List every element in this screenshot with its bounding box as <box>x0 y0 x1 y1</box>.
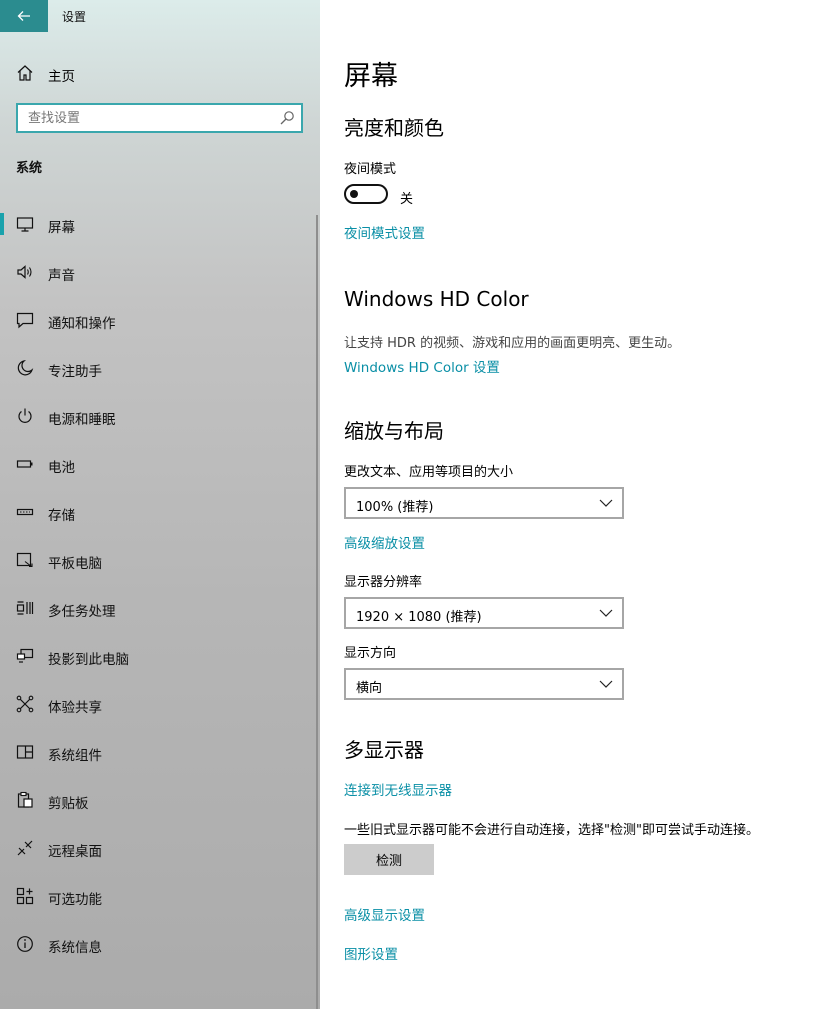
sidebar-item-label: 平板电脑 <box>48 556 102 572</box>
speaker-icon <box>17 265 32 279</box>
sidebar-item-optional-features[interactable]: 可选功能 <box>0 872 316 920</box>
chevron-down-icon <box>599 499 613 507</box>
sidebar-item-label: 系统信息 <box>48 940 102 956</box>
storage-icon <box>16 508 34 516</box>
sidebar-item-label: 剪贴板 <box>48 796 89 812</box>
sidebar-item-power-sleep[interactable]: 电源和睡眠 <box>0 392 316 440</box>
back-arrow-icon <box>17 11 30 21</box>
toggle-knob <box>350 190 358 198</box>
search-input[interactable] <box>18 105 278 131</box>
sidebar-item-label: 投影到此电脑 <box>48 652 129 668</box>
search-box[interactable] <box>16 103 303 133</box>
resolution-dropdown[interactable]: 1920 × 1080 (推荐) <box>344 597 624 629</box>
multi-display-description: 一些旧式显示器可能不会进行自动连接，选择"检测"即可尝试手动连接。 <box>344 823 759 838</box>
sidebar-nav: 屏幕 声音 通知和操作 专注助手 电源和睡眠 电池 存储 平板电脑 多任务处理 … <box>0 200 316 968</box>
scale-size-label: 更改文本、应用等项目的大小 <box>344 465 514 480</box>
hdr-description: 让支持 HDR 的视频、游戏和应用的画面更明亮、更生动。 <box>344 336 681 351</box>
sidebar-item-battery[interactable]: 电池 <box>0 440 316 488</box>
sidebar-item-display[interactable]: 屏幕 <box>0 200 316 248</box>
sidebar-item-shared-experiences[interactable]: 体验共享 <box>0 680 316 728</box>
chevron-down-icon <box>599 609 613 617</box>
night-light-toggle[interactable] <box>344 184 388 204</box>
project-icon <box>16 648 34 663</box>
sidebar-item-label: 通知和操作 <box>48 316 116 332</box>
sidebar-item-remote-desktop[interactable]: 远程桌面 <box>0 824 316 872</box>
components-icon <box>16 745 34 759</box>
multitask-icon <box>16 601 34 615</box>
page-title: 屏幕 <box>344 61 398 92</box>
share-icon <box>16 695 34 713</box>
tablet-icon <box>16 552 33 568</box>
advanced-display-settings-link[interactable]: 高级显示设置 <box>344 904 425 924</box>
sidebar-item-label: 声音 <box>48 268 75 284</box>
sidebar-item-focus-assist[interactable]: 专注助手 <box>0 344 316 392</box>
title-bar: 设置 <box>0 0 320 32</box>
selection-indicator <box>0 213 4 235</box>
sidebar-item-label: 多任务处理 <box>48 604 116 620</box>
section-label: 系统 <box>16 161 43 176</box>
multi-display-heading: 多显示器 <box>344 738 424 762</box>
moon-icon <box>17 359 34 376</box>
scale-heading: 缩放与布局 <box>344 419 444 443</box>
sidebar-item-tablet[interactable]: 平板电脑 <box>0 536 316 584</box>
orientation-label: 显示方向 <box>344 646 397 661</box>
scale-size-dropdown[interactable]: 100% (推荐) <box>344 487 624 519</box>
resolution-label: 显示器分辨率 <box>344 575 423 590</box>
sidebar-item-label: 电池 <box>48 460 75 476</box>
sidebar-item-sound[interactable]: 声音 <box>0 248 316 296</box>
home-icon <box>17 65 33 81</box>
advanced-scaling-link[interactable]: 高级缩放设置 <box>344 532 425 552</box>
hdr-settings-link[interactable]: Windows HD Color 设置 <box>344 356 500 376</box>
main-content: 屏幕 亮度和颜色 夜间模式 关 夜间模式设置 Windows HD Color … <box>320 0 830 1009</box>
sidebar-item-label: 存储 <box>48 508 75 524</box>
sidebar: 设置 主页 系统 屏幕 声音 <box>0 0 320 1009</box>
sidebar-item-label: 主页 <box>48 69 75 85</box>
sidebar-item-label: 电源和睡眠 <box>48 412 116 428</box>
sidebar-item-project[interactable]: 投影到此电脑 <box>0 632 316 680</box>
hdr-heading: Windows HD Color <box>344 287 529 311</box>
dropdown-value: 1920 × 1080 (推荐) <box>356 610 482 625</box>
sidebar-item-clipboard[interactable]: 剪贴板 <box>0 776 316 824</box>
sidebar-item-label: 专注助手 <box>48 364 102 380</box>
night-light-state: 关 <box>400 192 414 207</box>
features-icon <box>16 887 34 905</box>
brightness-heading: 亮度和颜色 <box>344 116 444 140</box>
battery-icon <box>16 460 33 468</box>
sidebar-scrollbar[interactable] <box>316 215 318 1009</box>
sidebar-item-storage[interactable]: 存储 <box>0 488 316 536</box>
wireless-display-link[interactable]: 连接到无线显示器 <box>344 779 452 799</box>
sidebar-item-label: 屏幕 <box>48 220 75 236</box>
sidebar-item-home[interactable]: 主页 <box>0 56 320 90</box>
sidebar-item-system-components[interactable]: 系统组件 <box>0 728 316 776</box>
search-icon[interactable] <box>279 110 295 126</box>
info-icon <box>17 936 33 952</box>
night-light-label: 夜间模式 <box>344 162 397 177</box>
message-icon <box>16 312 34 329</box>
sidebar-item-about[interactable]: 系统信息 <box>0 920 316 968</box>
clipboard-icon <box>17 791 33 808</box>
back-button[interactable] <box>0 0 48 32</box>
power-icon <box>18 408 32 423</box>
sidebar-item-label: 远程桌面 <box>48 844 102 860</box>
night-light-settings-link[interactable]: 夜间模式设置 <box>344 222 425 242</box>
window-title: 设置 <box>62 10 87 24</box>
sidebar-item-notifications[interactable]: 通知和操作 <box>0 296 316 344</box>
graphics-settings-link[interactable]: 图形设置 <box>344 943 398 963</box>
chevron-down-icon <box>599 680 613 688</box>
sidebar-item-label: 系统组件 <box>48 748 102 764</box>
sidebar-item-label: 体验共享 <box>48 700 102 716</box>
dropdown-value: 横向 <box>356 681 383 696</box>
sidebar-item-multitasking[interactable]: 多任务处理 <box>0 584 316 632</box>
monitor-icon <box>16 217 34 232</box>
orientation-dropdown[interactable]: 横向 <box>344 668 624 700</box>
detect-button[interactable]: 检测 <box>344 844 434 875</box>
remote-icon <box>17 840 33 856</box>
sidebar-item-label: 可选功能 <box>48 892 102 908</box>
dropdown-value: 100% (推荐) <box>356 500 434 515</box>
